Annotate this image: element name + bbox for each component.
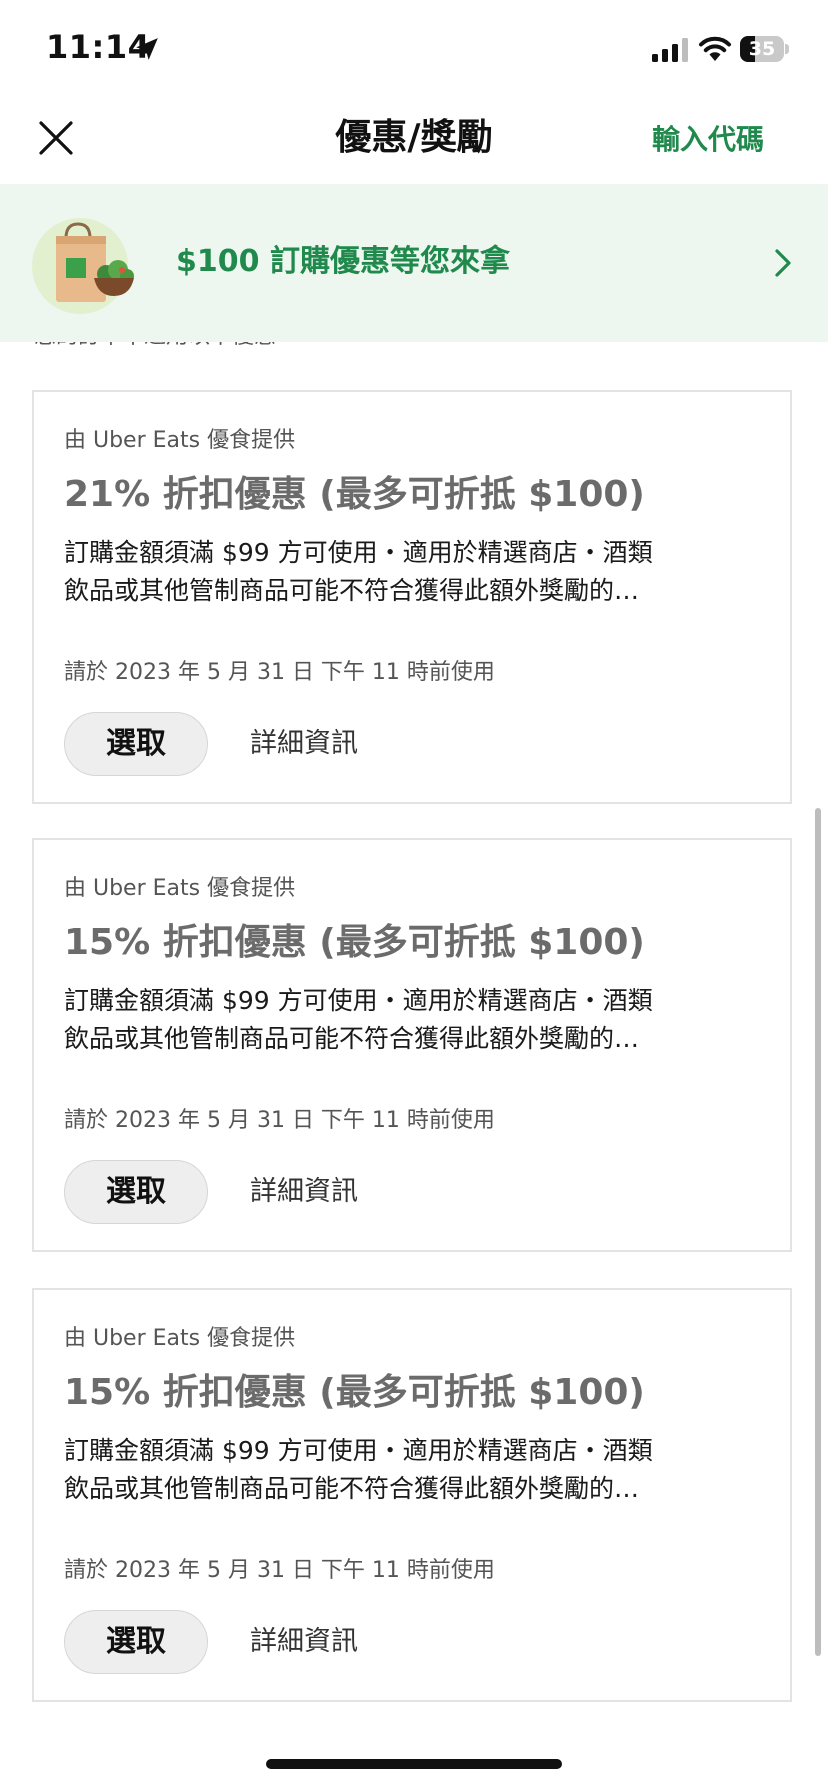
offer-expiry: 請於 2023 年 5 月 31 日 下午 11 時前使用	[64, 660, 495, 685]
wifi-icon	[699, 36, 731, 61]
screen: 11:14 35 優惠/獎勵 輸入代碼 您的	[0, 0, 828, 1792]
offer-expiry: 請於 2023 年 5 月 31 日 下午 11 時前使用	[64, 1108, 495, 1133]
offer-provider: 由 Uber Eats 優食提供	[64, 876, 296, 901]
offer-description: 訂購金額須滿 $99 方可使用・適用於精選商店・酒類 飲品或其他管制商品可能不符…	[64, 534, 744, 610]
home-indicator[interactable]	[266, 1759, 562, 1769]
nav-bar: 優惠/獎勵 輸入代碼	[0, 100, 828, 184]
offer-card: 由 Uber Eats 優食提供 15% 折扣優惠 (最多可折抵 $100) 訂…	[32, 838, 792, 1252]
details-link[interactable]: 詳細資訊	[250, 1174, 358, 1210]
enter-code-button[interactable]: 輸入代碼	[652, 122, 764, 158]
select-button[interactable]: 選取	[64, 1160, 208, 1224]
offer-description-line: 飲品或其他管制商品可能不符合獲得此額外獎勵的…	[64, 576, 640, 605]
offer-description-line: 飲品或其他管制商品可能不符合獲得此額外獎勵的…	[64, 1474, 640, 1503]
select-button[interactable]: 選取	[64, 1610, 208, 1674]
signal-icon	[652, 38, 688, 62]
battery-level: 35	[748, 38, 776, 60]
location-arrow-icon	[136, 38, 158, 60]
offer-description-line: 飲品或其他管制商品可能不符合獲得此額外獎勵的…	[64, 1024, 640, 1053]
details-link[interactable]: 詳細資訊	[250, 1624, 358, 1660]
details-link[interactable]: 詳細資訊	[250, 726, 358, 762]
grocery-bag-icon	[32, 218, 134, 314]
offer-expiry: 請於 2023 年 5 月 31 日 下午 11 時前使用	[64, 1558, 495, 1583]
offer-description-line: 訂購金額須滿 $99 方可使用・適用於精選商店・酒類	[64, 986, 653, 1015]
select-button[interactable]: 選取	[64, 712, 208, 776]
promo-banner[interactable]: $100 訂購優惠等您來拿	[0, 184, 828, 342]
battery-cap	[785, 44, 789, 54]
offer-description-line: 訂購金額須滿 $99 方可使用・適用於精選商店・酒類	[64, 538, 653, 567]
offer-provider: 由 Uber Eats 優食提供	[64, 1326, 296, 1351]
battery-icon: 35	[740, 36, 789, 64]
offer-title: 15% 折扣優惠 (最多可折抵 $100)	[64, 1372, 645, 1413]
promo-text: $100 訂購優惠等您來拿	[176, 244, 510, 279]
offer-description-line: 訂購金額須滿 $99 方可使用・適用於精選商店・酒類	[64, 1436, 653, 1465]
offer-card: 由 Uber Eats 優食提供 15% 折扣優惠 (最多可折抵 $100) 訂…	[32, 1288, 792, 1702]
battery-body: 35	[740, 36, 784, 62]
chevron-right-icon	[775, 249, 791, 277]
offer-description: 訂購金額須滿 $99 方可使用・適用於精選商店・酒類 飲品或其他管制商品可能不符…	[64, 982, 744, 1058]
offer-description: 訂購金額須滿 $99 方可使用・適用於精選商店・酒類 飲品或其他管制商品可能不符…	[64, 1432, 744, 1508]
offer-title: 15% 折扣優惠 (最多可折抵 $100)	[64, 922, 645, 963]
offer-card: 由 Uber Eats 優食提供 21% 折扣優惠 (最多可折抵 $100) 訂…	[32, 390, 792, 804]
scrollbar[interactable]	[815, 808, 821, 1656]
offer-title: 21% 折扣優惠 (最多可折抵 $100)	[64, 474, 645, 515]
offer-provider: 由 Uber Eats 優食提供	[64, 428, 296, 453]
status-bar: 11:14 35	[0, 0, 828, 100]
